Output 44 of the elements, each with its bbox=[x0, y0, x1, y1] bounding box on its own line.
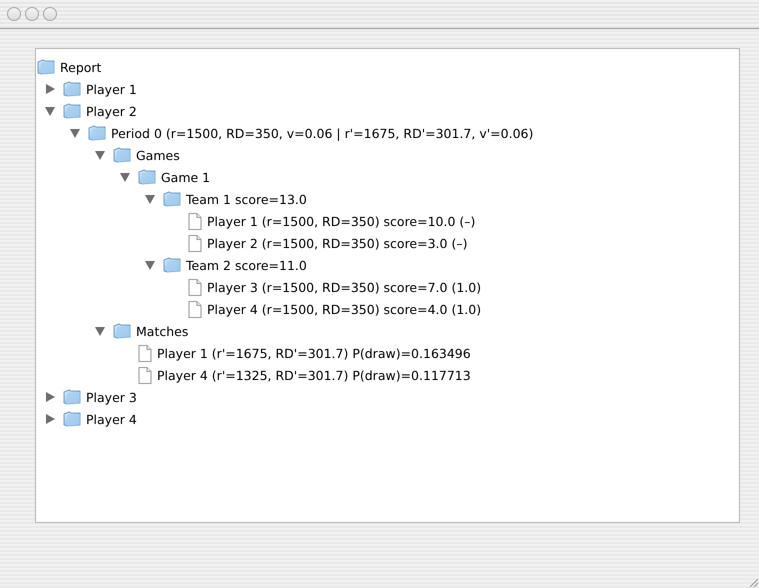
tree-item-label[interactable]: Player 4 (r'=1325, RD'=301.7) P(draw)=0.117713 bbox=[157, 368, 471, 382]
folder-icon bbox=[63, 103, 81, 119]
document-icon bbox=[188, 212, 202, 230]
expanded-arrow-icon[interactable] bbox=[145, 194, 155, 204]
folder-icon bbox=[63, 411, 81, 427]
tree-item-label[interactable]: Player 1 bbox=[86, 82, 137, 96]
folder-icon bbox=[88, 125, 106, 141]
folder-icon bbox=[63, 81, 81, 97]
tree-item-label[interactable]: Player 1 (r=1500, RD=350) score=10.0 (–) bbox=[207, 214, 476, 228]
expanded-arrow-icon[interactable] bbox=[95, 326, 105, 336]
tree-item-label[interactable]: Game 1 bbox=[161, 170, 210, 184]
collapsed-arrow-icon[interactable] bbox=[45, 84, 55, 94]
tree-item-label[interactable]: Period 0 (r=1500, RD=350, v=0.06 | r'=1675, RD'=301.7, v'=0.06) bbox=[111, 126, 534, 140]
folder-icon bbox=[113, 323, 131, 339]
folder-icon bbox=[113, 147, 131, 163]
document-icon bbox=[188, 234, 202, 252]
expanded-arrow-icon[interactable] bbox=[70, 128, 80, 138]
expanded-arrow-icon[interactable] bbox=[45, 106, 55, 116]
collapsed-arrow-icon[interactable] bbox=[45, 392, 55, 402]
document-icon bbox=[138, 344, 152, 362]
folder-icon bbox=[63, 389, 81, 405]
tree-item-label[interactable]: Player 1 (r'=1675, RD'=301.7) P(draw)=0.163496 bbox=[157, 346, 471, 360]
expanded-arrow-icon[interactable] bbox=[145, 260, 155, 270]
tree-item-label[interactable]: Player 4 (r=1500, RD=350) score=4.0 (1.0) bbox=[207, 302, 482, 316]
tree-item-label[interactable]: Player 4 bbox=[86, 412, 137, 426]
tree-item-label[interactable]: Games bbox=[136, 148, 180, 162]
tree-item-label[interactable]: Matches bbox=[136, 324, 188, 338]
tree-item-label[interactable]: Report bbox=[60, 60, 102, 74]
folder-icon bbox=[163, 257, 181, 273]
folder-icon bbox=[138, 169, 156, 185]
expanded-arrow-icon[interactable] bbox=[95, 150, 105, 160]
tree-item-label[interactable]: Player 2 bbox=[86, 104, 137, 118]
document-icon bbox=[188, 278, 202, 296]
document-icon bbox=[188, 300, 202, 318]
folder-icon bbox=[37, 59, 55, 75]
document-icon bbox=[138, 366, 152, 384]
tree-item-label[interactable]: Player 2 (r=1500, RD=350) score=3.0 (–) bbox=[207, 236, 468, 250]
tree-item-label[interactable]: Team 1 score=13.0 bbox=[186, 192, 307, 206]
tree-item-label[interactable]: Player 3 (r=1500, RD=350) score=7.0 (1.0) bbox=[207, 280, 482, 294]
expanded-arrow-icon[interactable] bbox=[120, 172, 130, 182]
tree-item-label[interactable]: Player 3 bbox=[86, 390, 137, 404]
tree-item-label[interactable]: Team 2 score=11.0 bbox=[186, 258, 307, 272]
folder-icon bbox=[163, 191, 181, 207]
collapsed-arrow-icon[interactable] bbox=[45, 414, 55, 424]
